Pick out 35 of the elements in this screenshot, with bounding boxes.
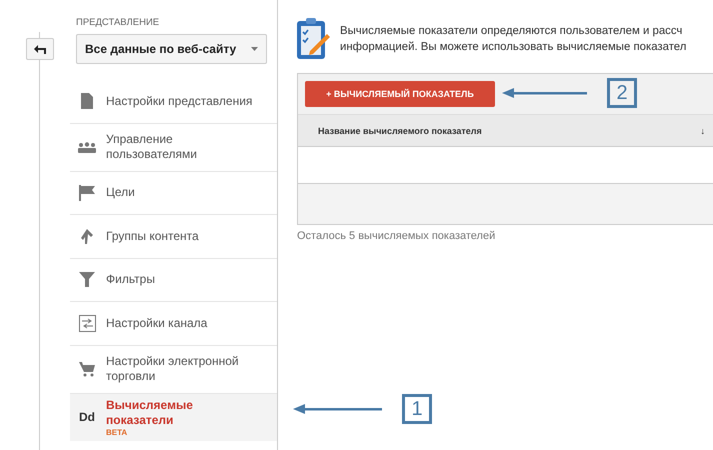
column-header-label: Название вычисляемого показателя [318, 126, 482, 136]
dd-label: Dd [79, 410, 95, 424]
description-text: информацией. Вы можете использовать вычисляемые показател [340, 40, 686, 55]
arrow-icon [293, 404, 382, 414]
nav-item-label: Управление пользователями [106, 132, 198, 162]
step-number: 1 [402, 394, 432, 424]
channel-icon [78, 314, 96, 332]
section-label: ПРЕДСТАВЛЕНИЕ [76, 17, 160, 28]
people-icon [78, 142, 96, 152]
caret-icon [251, 47, 258, 51]
nav-item[interactable]: Dd Вычисляемые показатели BETA [70, 392, 277, 440]
nav-item-label: Группы контента [106, 228, 199, 244]
clipboard-icon [297, 18, 331, 60]
nav-item-label: Настройки представления [106, 94, 252, 109]
document-icon [81, 93, 93, 110]
arrow-icon [502, 88, 587, 98]
nav-item-label: Настройки канала [106, 316, 208, 331]
column-header[interactable]: Название вычисляемого показателя ↓ [298, 114, 713, 147]
view-select[interactable]: Все данные по веб-сайту [76, 34, 267, 64]
back-button[interactable] [26, 38, 54, 60]
nav-item-label: Фильтры [106, 272, 155, 288]
filter-icon [79, 272, 95, 288]
step-number: 2 [607, 78, 637, 108]
beta-label: BETA [106, 428, 128, 436]
nav-item-label: Настройки электронной торговли [106, 354, 240, 384]
description-text: Вычисляемые показатели определяются пользователем и рассч [340, 24, 684, 39]
flag-icon [79, 184, 95, 201]
add-metric-button[interactable]: + ВЫЧИСЛЯЕМЫЙ ПОКАЗАТЕЛЬ [305, 81, 495, 107]
merge-icon [80, 228, 94, 244]
nav-item-label: Цели [106, 185, 135, 200]
nav-item-label: Вычисляемые показатели [106, 398, 194, 428]
back-arrow-icon [34, 44, 46, 54]
cart-icon [79, 361, 95, 377]
sort-icon: ↓ [700, 126, 705, 136]
remaining-text: Осталось 5 вычисляемых показателей [297, 230, 496, 242]
